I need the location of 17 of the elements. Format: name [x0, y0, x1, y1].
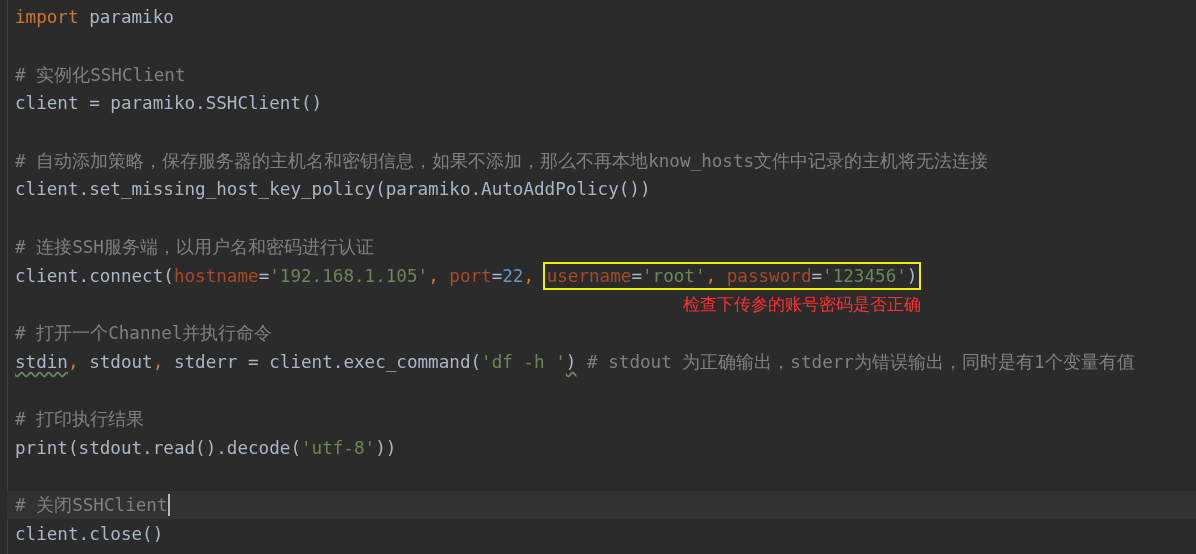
code-text: # 打开一个Channel并执行命令 — [15, 321, 273, 345]
code-text: client = paramiko.SSHClient() — [15, 93, 323, 114]
code-text: print(stdout.read().decode('utf-8')) — [15, 437, 397, 458]
code-text: # 关闭SSHClient — [15, 494, 168, 518]
annotation-text: 检查下传参的账号密码是否正确 — [683, 292, 921, 316]
code-text: # 打印执行结果 — [15, 407, 145, 431]
code-text: # 连接SSH服务端，以用户名和密码进行认证 — [15, 235, 374, 259]
code-text: # 实例化SSHClient — [15, 63, 186, 87]
code-text: # 自动添加策略，保存服务器的主机名和密钥信息，如果不添加，那么不再本地know_hosts文件中记录的主机将无法连接 — [15, 149, 989, 173]
code-text: client.connect(hostname='192.168.1.105', port=22, — [15, 265, 536, 286]
highlighted-code: username='root', password='123456') — [542, 261, 922, 290]
code-text: stdin, stdout, stderr = client.exec_command('df -h ') # stdout 为正确输出，stderr为错误输出，同时是有1个变量有值 — [15, 350, 1135, 374]
code-text: client.set_missing_host_key_policy(paramiko.AutoAddPolicy()) — [15, 179, 651, 200]
code-text: client.close() — [15, 523, 164, 544]
code-text: import paramiko — [15, 7, 174, 28]
code-editor[interactable] — [7, 0, 1196, 554]
text-cursor — [167, 494, 170, 517]
